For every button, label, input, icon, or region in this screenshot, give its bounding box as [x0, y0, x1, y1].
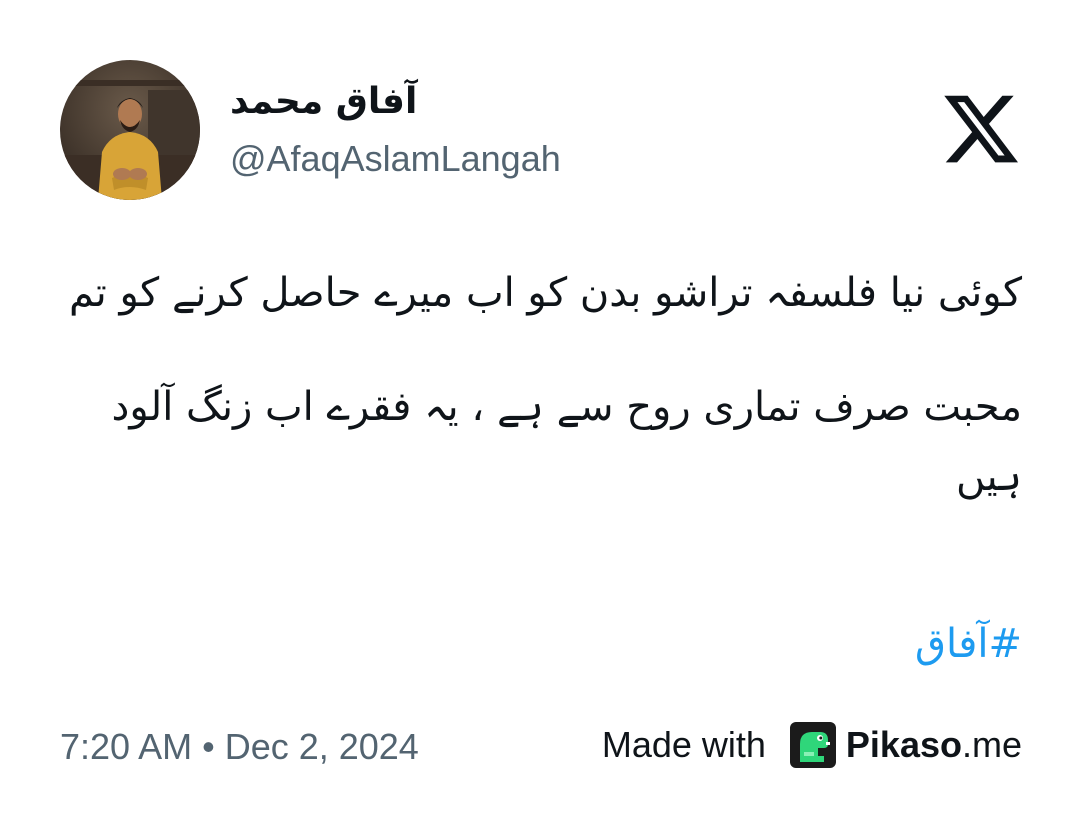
tweet-paragraph-1: کوئی نیا فلسفہ تراشو بدن کو اب میرے حاصل… — [69, 270, 1022, 316]
x-logo-icon[interactable] — [940, 88, 1022, 170]
made-with-label: Made with — [601, 724, 766, 765]
pikaso-brand-suffix: .me — [961, 724, 1022, 765]
pikaso-dino-icon — [789, 722, 836, 768]
made-with-pikaso[interactable]: Made with Pikaso .me — [602, 722, 1022, 768]
hashtag-link[interactable]: #آفاق — [60, 612, 1022, 676]
tweet-paragraph-2: محبت صرف تماری روح سے ہے ، یہ فقرے اب زن… — [111, 384, 1022, 500]
author-handle[interactable]: @AfaqAslamLangah — [230, 136, 561, 182]
tweet-card: آفاق محمد @AfaqAslamLangah کوئی نیا فلسف… — [0, 0, 1080, 826]
tweet-text: کوئی نیا فلسفہ تراشو بدن کو اب میرے حاصل… — [60, 258, 1022, 512]
profile-photo-icon — [60, 60, 200, 200]
avatar[interactable] — [60, 60, 200, 200]
pikaso-brand-name: Pikaso — [845, 724, 962, 765]
author-display-name[interactable]: آفاق محمد — [230, 78, 470, 126]
tweet-timestamp[interactable]: 7:20 AM • Dec 2, 2024 — [60, 724, 419, 770]
